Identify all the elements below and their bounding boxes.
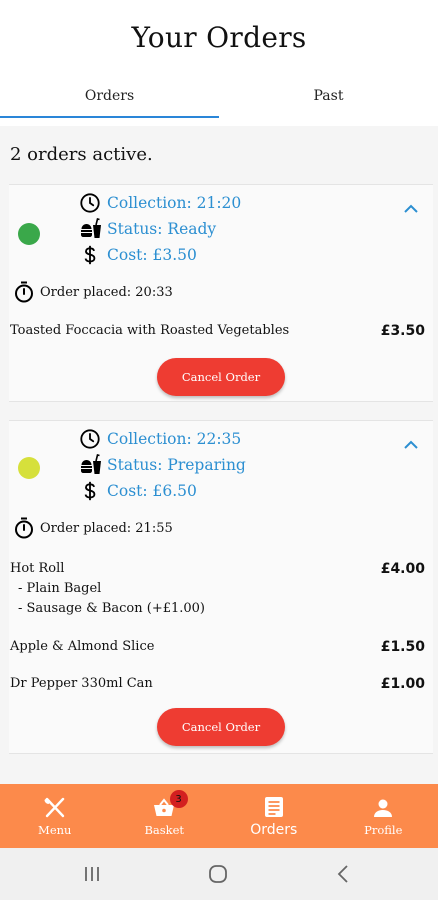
page-header: Your Orders (0, 0, 438, 74)
status-line: Status: Ready (79, 217, 216, 241)
clock-icon (79, 427, 105, 451)
item-name: Toasted Foccacia with Roasted Vegetables (10, 323, 290, 338)
stopwatch-icon (15, 517, 33, 539)
cost-line: Cost: £6.50 (79, 479, 197, 503)
collection-time: Collection: 21:20 (107, 194, 242, 212)
item-name: Hot Roll (10, 561, 65, 576)
recent-apps-icon[interactable] (80, 862, 104, 886)
order-placed-time: Order placed: 21:55 (40, 520, 173, 536)
bottom-navigation: Menu 3 Basket Orders Profile (0, 784, 438, 848)
clock-icon (79, 191, 105, 215)
tab-orders[interactable]: Orders (0, 74, 219, 118)
stopwatch-icon (15, 281, 33, 303)
order-cost: Cost: £6.50 (107, 482, 197, 500)
order-card: Collection: 22:35 Status: Preparing Cost… (9, 420, 433, 754)
item-price: £1.00 (380, 676, 425, 692)
back-icon[interactable] (332, 862, 356, 886)
person-icon (374, 799, 393, 817)
page-title: Your Orders (131, 20, 307, 54)
order-placed-time: Order placed: 20:33 (40, 284, 173, 300)
cost-line: Cost: £3.50 (79, 243, 197, 267)
item-price: £3.50 (380, 323, 425, 339)
tab-bar: Orders Past (0, 74, 438, 118)
order-item: Toasted Foccacia with Roasted Vegetables… (10, 323, 425, 339)
nav-label-orders: Orders (250, 821, 298, 838)
order-placed-line: Order placed: 21:55 (12, 515, 173, 541)
nav-label-basket: Basket (144, 822, 185, 837)
nav-item-basket[interactable]: 3 Basket (110, 784, 220, 848)
nav-label-menu: Menu (38, 822, 72, 837)
item-name: Apple & Almond Slice (10, 639, 155, 654)
list-icon (264, 796, 283, 817)
active-orders-count: 2 orders active. (10, 144, 153, 165)
fast-food-icon (79, 217, 105, 241)
home-icon[interactable] (206, 862, 230, 886)
nav-item-orders[interactable]: Orders (219, 784, 329, 848)
order-card: Collection: 21:20 Status: Ready Cost: £3… (9, 184, 433, 402)
cancel-order-button[interactable]: Cancel Order (157, 358, 285, 396)
status-indicator-dot (18, 223, 40, 245)
active-tab-indicator (0, 116, 219, 118)
system-navigation-bar (0, 848, 438, 900)
status-line: Status: Preparing (79, 453, 246, 477)
collection-time: Collection: 22:35 (107, 430, 242, 448)
order-placed-line: Order placed: 20:33 (12, 279, 173, 305)
order-card-header[interactable]: Collection: 22:35 Status: Preparing Cost… (9, 421, 433, 507)
order-status: Status: Ready (107, 220, 217, 238)
item-option: - Plain Bagel (18, 581, 102, 596)
order-item: Hot Roll £4.00 (10, 561, 425, 577)
fast-food-icon (79, 453, 105, 477)
chevron-up-icon[interactable] (403, 439, 419, 451)
item-name: Dr Pepper 330ml Can (10, 676, 153, 691)
cutlery-icon (44, 797, 65, 817)
cancel-order-button[interactable]: Cancel Order (157, 708, 285, 746)
nav-item-menu[interactable]: Menu (0, 784, 110, 848)
order-card-header[interactable]: Collection: 21:20 Status: Ready Cost: £3… (9, 185, 433, 271)
orders-list[interactable]: 2 orders active. Collection: 21:20 Statu… (0, 126, 438, 784)
order-item: Apple & Almond Slice £1.50 (10, 639, 425, 655)
order-cost: Cost: £3.50 (107, 246, 197, 264)
order-status: Status: Preparing (107, 456, 246, 474)
collection-line: Collection: 22:35 (79, 427, 241, 451)
chevron-up-icon[interactable] (403, 203, 419, 215)
tab-past[interactable]: Past (219, 74, 438, 118)
order-item: Dr Pepper 330ml Can £1.00 (10, 676, 425, 692)
item-option: - Sausage & Bacon (+£1.00) (18, 601, 205, 616)
item-price: £1.50 (380, 639, 425, 655)
basket-count-badge: 3 (169, 790, 188, 808)
collection-line: Collection: 21:20 (79, 191, 241, 215)
nav-item-profile[interactable]: Profile (329, 784, 438, 848)
dollar-icon (79, 243, 105, 267)
nav-label-profile: Profile (364, 822, 403, 837)
item-price: £4.00 (380, 561, 425, 577)
dollar-icon (79, 479, 105, 503)
status-indicator-dot (18, 457, 40, 479)
